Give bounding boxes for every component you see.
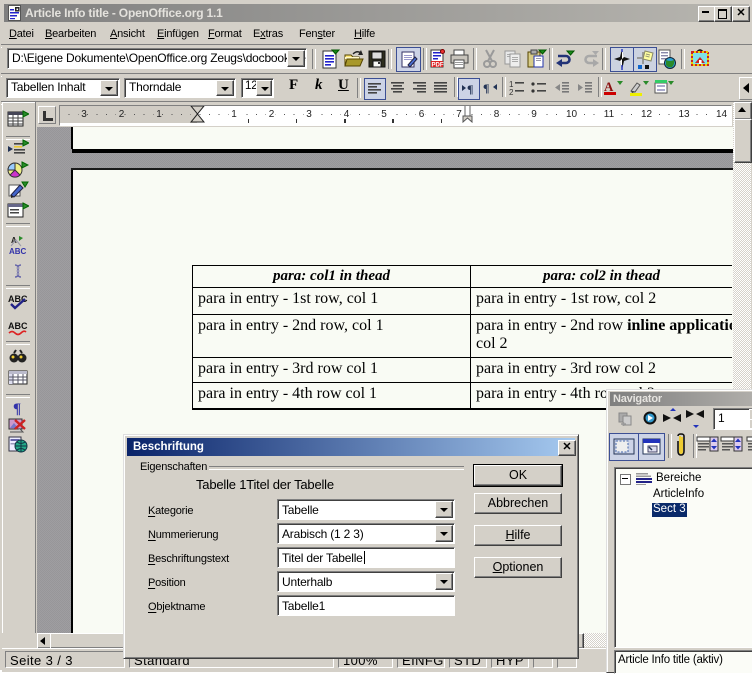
svg-text:¶: ¶ bbox=[467, 82, 473, 96]
svg-text:A: A bbox=[604, 79, 614, 94]
svg-text:¶: ¶ bbox=[13, 401, 21, 416]
svg-text:PDF: PDF bbox=[432, 63, 444, 69]
svg-text:2: 2 bbox=[509, 88, 514, 97]
svg-text:ABC: ABC bbox=[9, 247, 27, 256]
svg-text:ABC: ABC bbox=[8, 321, 28, 331]
svg-text:¶: ¶ bbox=[483, 81, 489, 95]
